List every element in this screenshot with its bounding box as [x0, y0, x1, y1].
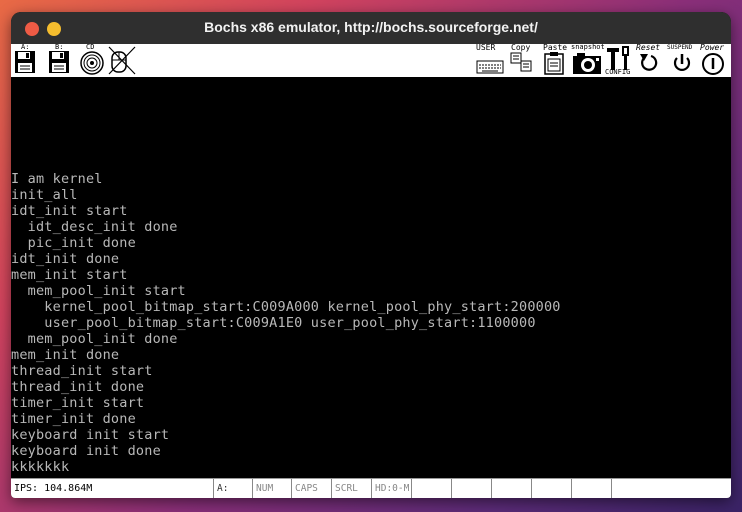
status-cell-empty [611, 479, 731, 498]
power-label: Power [700, 43, 725, 52]
copy-label: Copy [511, 43, 531, 52]
console-line: timer_init done [11, 411, 136, 427]
window-title: Bochs x86 emulator, http://bochs.sourcef… [204, 19, 538, 35]
console-line: mem_init start [11, 267, 128, 283]
console-line: mem_pool_init start [11, 283, 186, 299]
status-bar: IPS: 104.864M A: NUM CAPS SCRL HD:0-M [11, 478, 731, 498]
console-line: user_pool_bitmap_start:C009A1E0 user_poo… [11, 315, 536, 331]
console-line: idt_init start [11, 203, 128, 219]
console-line: kkkkkkk [11, 459, 70, 475]
config-button[interactable]: CONFIG [605, 44, 635, 77]
console-line: pic_init done [11, 235, 136, 251]
title-bar[interactable]: Bochs x86 emulator, http://bochs.sourcef… [11, 12, 731, 44]
bochs-window: Bochs x86 emulator, http://bochs.sourcef… [11, 12, 731, 498]
cdrom-button[interactable]: CD [79, 43, 105, 77]
config-label: CONFIG [605, 68, 631, 76]
scroll-lock-indicator: SCRL [331, 479, 371, 498]
power-button[interactable]: Power [699, 43, 731, 77]
floppy-b-label: B: [55, 43, 64, 51]
user-label: USER [476, 43, 496, 52]
user-button[interactable]: USER [476, 43, 506, 77]
paste-label: Paste [543, 43, 568, 52]
console-line: keyboard init start [11, 427, 170, 443]
console-line: mem_init done [11, 347, 120, 363]
status-cell-empty [531, 479, 571, 498]
snapshot-button[interactable]: snapshot [571, 43, 605, 77]
num-lock-indicator: NUM [252, 479, 291, 498]
drive-a-indicator: A: [213, 479, 252, 498]
suspend-label: SUSPEND [667, 44, 693, 51]
console-line: init_all [11, 187, 78, 203]
floppy-a-label: A: [21, 43, 30, 51]
console-line: mem_pool_init done [11, 331, 178, 347]
caps-lock-indicator: CAPS [291, 479, 331, 498]
status-cell-empty [411, 479, 451, 498]
console-line: idt_init done [11, 251, 120, 267]
console-line: I am kernel [11, 171, 103, 187]
console-line: kernel_pool_bitmap_start:C009A000 kernel… [11, 299, 561, 315]
floppy-a-button[interactable]: A: [12, 43, 38, 77]
suspend-button[interactable]: SUSPEND [667, 44, 699, 77]
console-line: thread_init start [11, 363, 153, 379]
console-line: timer_init start [11, 395, 145, 411]
reset-label: Reset [636, 43, 661, 52]
copy-button[interactable]: Copy [509, 43, 535, 77]
mouse-icon [108, 46, 136, 75]
console-line: thread_init done [11, 379, 145, 395]
snapshot-label: snapshot [571, 43, 605, 51]
console-output: I am kernel init_all idt_init start idt_de… [11, 171, 561, 475]
console-line: keyboard init done [11, 443, 161, 459]
console-line: idt_desc_init done [11, 219, 178, 235]
paste-button[interactable]: Paste [541, 43, 568, 77]
reset-button[interactable]: Reset [635, 43, 665, 77]
status-cell-empty [571, 479, 611, 498]
status-cell-empty [491, 479, 531, 498]
mouse-capture-button[interactable] [107, 44, 137, 77]
cdrom-label: CD [86, 43, 95, 51]
status-cell-empty [451, 479, 491, 498]
floppy-b-button[interactable]: B: [46, 43, 72, 77]
ips-indicator: IPS: 104.864M [14, 483, 93, 494]
toolbar: A: B: CD USER Copy Paste snapshot CONFIG… [11, 43, 731, 77]
emulator-screen[interactable]: I am kernel init_all idt_init start idt_de… [11, 77, 731, 477]
hard-disk-indicator: HD:0-M [371, 479, 411, 498]
